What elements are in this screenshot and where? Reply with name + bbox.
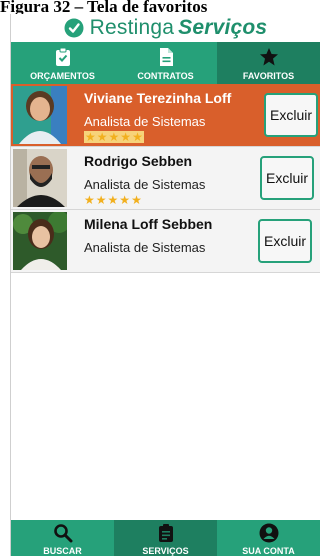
favorite-row[interactable]: Viviane Terezinha Loff Analista de Siste… [11, 84, 320, 147]
avatar [13, 86, 67, 144]
nav-servicos-label: SERVIÇOS [142, 546, 189, 556]
clipboard-icon [158, 524, 173, 542]
favorite-role: Analista de Sistemas [84, 114, 206, 129]
brand-regular: Restinga [89, 16, 175, 39]
delete-button[interactable]: Excluir [260, 156, 314, 200]
tab-favoritos[interactable]: FAVORITOS [217, 42, 320, 84]
tab-favoritos-label: FAVORITOS [242, 71, 295, 81]
favorites-list: Viviane Terezinha Loff Analista de Siste… [11, 84, 320, 273]
bottom-nav: BUSCAR SERVIÇOS SUA CONTA [11, 520, 320, 556]
favorite-row[interactable]: Rodrigo Sebben Analista de Sistemas ★ ★ … [11, 147, 320, 210]
star-icon: ★ [131, 193, 142, 207]
figure-caption: Figura 32 – Tela de favoritos [0, 0, 208, 14]
star-icon: ★ [84, 193, 95, 207]
tab-contratos-label: CONTRATOS [137, 71, 194, 81]
document-icon [159, 48, 173, 66]
star-icon: ★ [120, 130, 132, 144]
delete-button[interactable]: Excluir [264, 93, 318, 137]
star-icon: ★ [85, 130, 96, 144]
favorite-role: Analista de Sistemas [84, 177, 206, 192]
star-icon: ★ [132, 130, 143, 144]
nav-buscar-label: BUSCAR [43, 546, 82, 556]
top-tab-bar: ORÇAMENTOS CONTRATOS FAVORITOS [11, 42, 320, 84]
tab-contratos[interactable]: CONTRATOS [114, 42, 217, 84]
app-title: Restinga Serviços [90, 16, 268, 40]
logo-icon [64, 18, 84, 38]
brand-bold: Serviços [178, 16, 268, 39]
nav-sua-conta[interactable]: SUA CONTA [217, 520, 320, 556]
search-icon [53, 524, 72, 543]
favorite-name: Milena Loff Sebben [84, 216, 213, 232]
tab-orcamentos[interactable]: ORÇAMENTOS [11, 42, 114, 84]
avatar [13, 149, 67, 207]
tab-orcamentos-label: ORÇAMENTOS [30, 71, 95, 81]
clipboard-check-icon [55, 47, 70, 66]
rating-stars: ★ ★ ★ ★ ★ [84, 194, 142, 206]
nav-servicos[interactable]: SERVIÇOS [114, 520, 217, 556]
delete-button[interactable]: Excluir [258, 219, 312, 263]
star-icon: ★ [107, 193, 119, 207]
star-icon: ★ [96, 130, 108, 144]
nav-buscar[interactable]: BUSCAR [11, 520, 114, 556]
user-icon [259, 523, 278, 543]
favorite-role: Analista de Sistemas [84, 240, 206, 255]
favorite-name: Rodrigo Sebben [84, 153, 193, 169]
star-icon: ★ [119, 193, 131, 207]
favorite-name: Viviane Terezinha Loff [84, 90, 232, 106]
favorite-row[interactable]: Milena Loff Sebben Analista de Sistemas … [11, 210, 320, 273]
star-icon: ★ [108, 130, 120, 144]
star-icon [259, 48, 278, 66]
avatar [13, 212, 67, 270]
phone-screen: Restinga Serviços ORÇAMENTOS CONTRATOS F… [10, 14, 320, 556]
rating-stars: ★ ★ ★ ★ ★ [84, 131, 144, 143]
nav-sua-conta-label: SUA CONTA [242, 546, 295, 556]
star-icon: ★ [95, 193, 107, 207]
app-header: Restinga Serviços [11, 14, 320, 42]
